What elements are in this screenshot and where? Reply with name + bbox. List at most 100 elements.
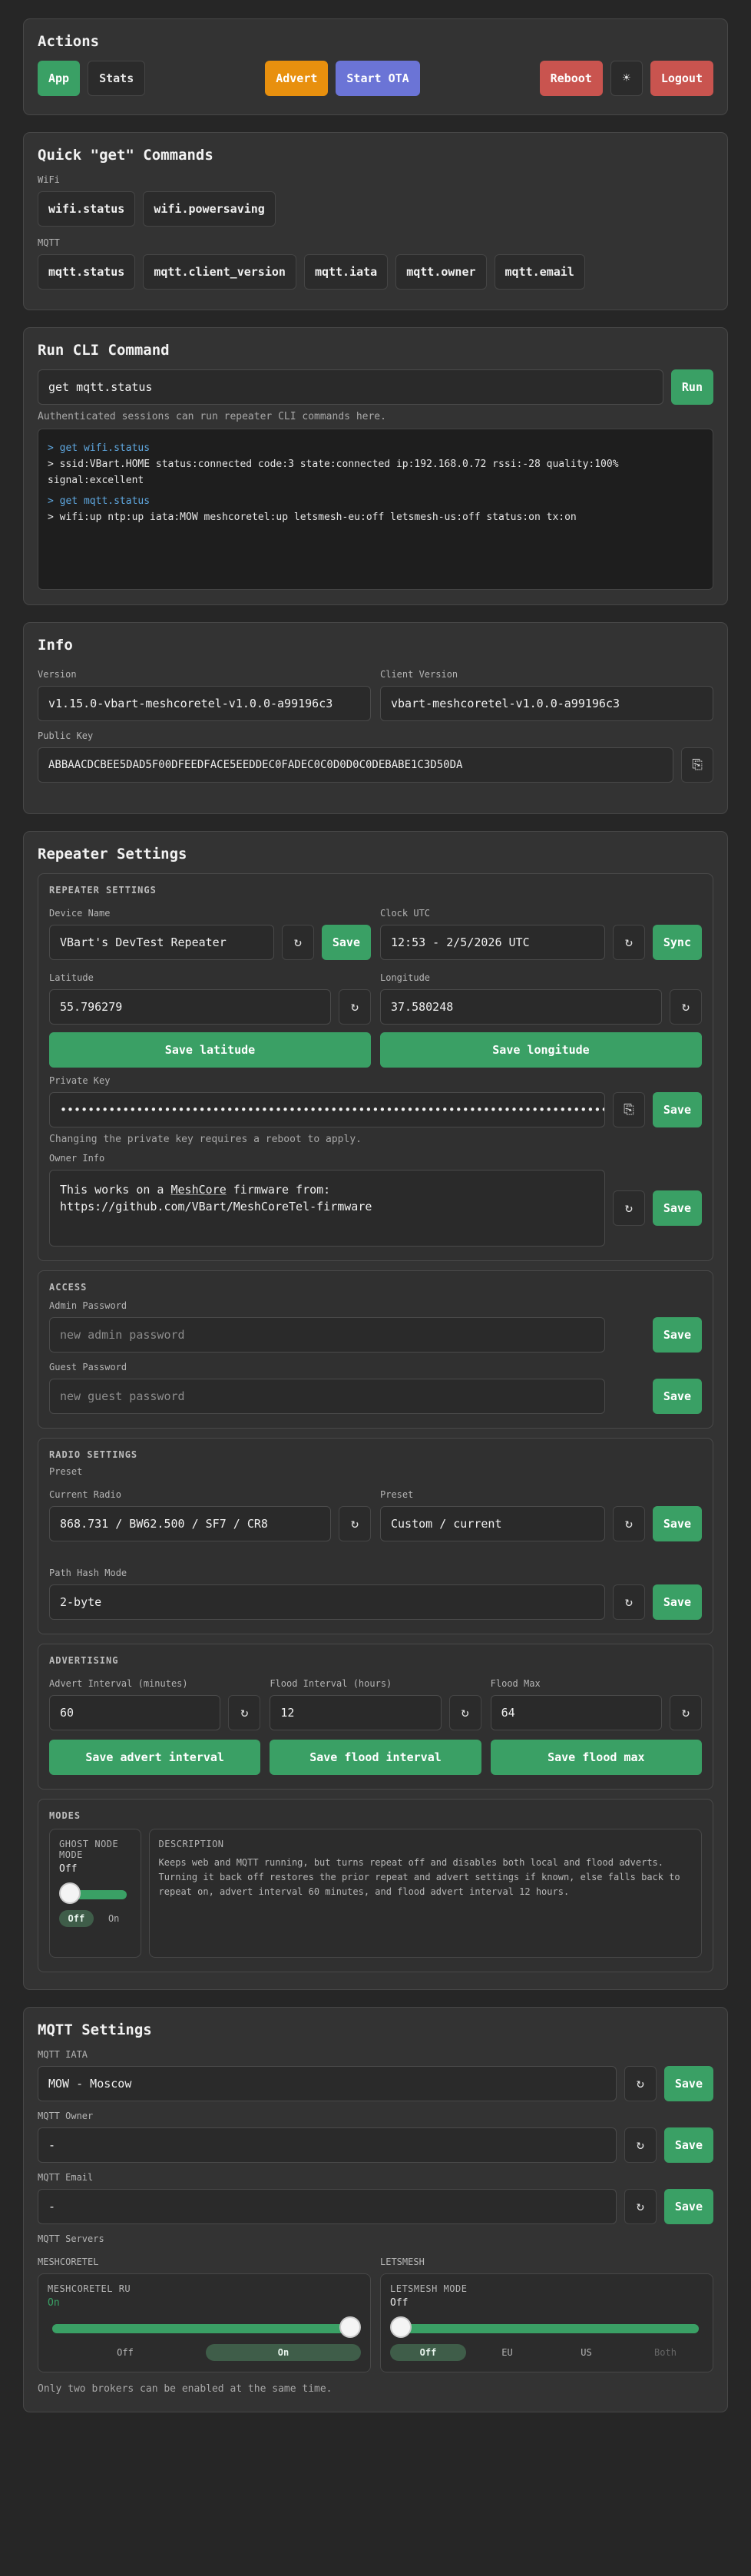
- mqtt-client-version-command[interactable]: mqtt.client_version: [143, 254, 296, 290]
- ghost-mode-slider[interactable]: [59, 1882, 131, 1904]
- wifi-powersaving-command[interactable]: wifi.powersaving: [143, 191, 276, 227]
- sync-button[interactable]: Sync: [652, 925, 702, 960]
- refresh-icon[interactable]: ↻: [448, 1695, 481, 1730]
- info-panel: Info Version v1.15.0-vbart-meshcoretel-v…: [23, 622, 728, 814]
- preset-select[interactable]: Custom / current: [380, 1506, 605, 1541]
- slider-knob[interactable]: [390, 2316, 412, 2338]
- advert-button[interactable]: Advert: [265, 61, 329, 96]
- private-key-input[interactable]: ••••••••••••••••••••••••••••••••••••••••…: [49, 1092, 605, 1127]
- refresh-icon[interactable]: ↻: [281, 925, 314, 960]
- option-on[interactable]: On: [97, 1910, 131, 1927]
- longitude-input[interactable]: 37.580248: [380, 989, 662, 1025]
- slider-knob[interactable]: [59, 1882, 81, 1904]
- copy-icon[interactable]: ⎘: [612, 1092, 645, 1127]
- refresh-icon[interactable]: ↻: [670, 989, 702, 1025]
- refresh-icon[interactable]: ↻: [669, 1695, 702, 1730]
- run-button[interactable]: Run: [670, 369, 713, 405]
- save-guest-password-button[interactable]: Save: [652, 1379, 702, 1414]
- flood-max-input[interactable]: 64: [490, 1695, 662, 1730]
- meshcoretel-slider[interactable]: [48, 2316, 361, 2338]
- save-mqtt-owner-button[interactable]: Save: [663, 2127, 713, 2163]
- save-flood-max-button[interactable]: Save flood max: [490, 1740, 702, 1775]
- mqtt-email-input[interactable]: -: [38, 2189, 617, 2224]
- slider-knob[interactable]: [339, 2316, 361, 2338]
- save-flood-interval-button[interactable]: Save flood interval: [270, 1740, 481, 1775]
- mqtt-status-command[interactable]: mqtt.status: [38, 254, 136, 290]
- mqtt-iata-command[interactable]: mqtt.iata: [303, 254, 389, 290]
- mqtt-label: MQTT: [38, 237, 60, 248]
- advertising-section: ADVERTISING Advert Interval (minutes) 60…: [38, 1644, 713, 1790]
- refresh-icon[interactable]: ↻: [612, 1584, 645, 1620]
- refresh-icon[interactable]: ↻: [339, 1506, 371, 1541]
- logout-button[interactable]: Logout: [650, 61, 713, 96]
- path-hash-select[interactable]: 2-byte: [49, 1584, 605, 1620]
- latitude-label: Latitude: [49, 972, 94, 983]
- refresh-icon[interactable]: ↻: [624, 2127, 657, 2163]
- save-mqtt-iata-button[interactable]: Save: [663, 2066, 713, 2101]
- latitude-input[interactable]: 55.796279: [49, 989, 331, 1025]
- mqtt-owner-command[interactable]: mqtt.owner: [395, 254, 487, 290]
- save-advert-interval-button[interactable]: Save advert interval: [49, 1740, 261, 1775]
- longitude-label: Longitude: [380, 972, 431, 983]
- save-path-hash-button[interactable]: Save: [652, 1584, 702, 1620]
- quick-commands-title: Quick "get" Commands: [38, 147, 213, 164]
- mqtt-email-command[interactable]: mqtt.email: [494, 254, 585, 290]
- wifi-status-command[interactable]: wifi.status: [38, 191, 136, 227]
- option-eu[interactable]: EU: [469, 2344, 545, 2361]
- save-owner-info-button[interactable]: Save: [652, 1190, 702, 1226]
- refresh-icon[interactable]: ↻: [624, 2189, 657, 2224]
- refresh-icon[interactable]: ↻: [612, 1190, 645, 1226]
- reboot-button[interactable]: Reboot: [539, 61, 603, 96]
- description-card: DESCRIPTION Keeps web and MQTT running, …: [148, 1829, 702, 1958]
- save-latitude-button[interactable]: Save latitude: [49, 1032, 371, 1068]
- flood-interval-input[interactable]: 12: [270, 1695, 442, 1730]
- save-admin-password-button[interactable]: Save: [652, 1317, 702, 1353]
- save-longitude-button[interactable]: Save longitude: [380, 1032, 702, 1068]
- advert-interval-label: Advert Interval (minutes): [49, 1678, 188, 1689]
- meshcoretel-value: On: [48, 2297, 60, 2309]
- advert-interval-input[interactable]: 60: [49, 1695, 221, 1730]
- letsmesh-title: LETSMESH MODE: [390, 2283, 468, 2294]
- refresh-icon[interactable]: ↻: [612, 1506, 645, 1541]
- start-ota-button[interactable]: Start OTA: [336, 61, 420, 96]
- refresh-icon[interactable]: ↻: [228, 1695, 261, 1730]
- owner-text: firmware from:: [226, 1183, 331, 1197]
- refresh-icon[interactable]: ↻: [624, 2066, 657, 2101]
- cli-command-input[interactable]: get mqtt.status: [38, 369, 663, 405]
- app-button[interactable]: App: [38, 61, 81, 96]
- mqtt-iata-select[interactable]: MOW - Moscow: [38, 2066, 617, 2101]
- option-both[interactable]: Both: [627, 2344, 703, 2361]
- preset-heading: Preset: [49, 1466, 83, 1477]
- meshcoretel-card: MESHCORETEL RU On Off On: [38, 2273, 371, 2372]
- save-private-key-button[interactable]: Save: [652, 1092, 702, 1127]
- option-off[interactable]: Off: [59, 1910, 94, 1927]
- option-on[interactable]: On: [206, 2344, 361, 2361]
- refresh-icon[interactable]: ↻: [339, 989, 371, 1025]
- admin-password-label: Admin Password: [49, 1300, 127, 1311]
- mqtt-footer-note: Only two brokers can be enabled at the s…: [38, 2383, 332, 2395]
- repeater-settings-panel: Repeater Settings REPEATER SETTINGS Devi…: [23, 831, 728, 1990]
- option-off[interactable]: Off: [48, 2344, 203, 2361]
- letsmesh-slider[interactable]: [390, 2316, 703, 2338]
- refresh-icon[interactable]: ↻: [612, 925, 645, 960]
- save-preset-button[interactable]: Save: [652, 1506, 702, 1541]
- owner-text: This works on a: [60, 1183, 171, 1197]
- meshcoretel-column-label: MESHCORETEL: [38, 2256, 99, 2267]
- theme-toggle-icon[interactable]: ☀: [610, 61, 643, 96]
- device-name-label: Device Name: [49, 908, 111, 919]
- save-mqtt-email-button[interactable]: Save: [663, 2189, 713, 2224]
- owner-info-textarea[interactable]: This works on a MeshCore firmware from: …: [49, 1170, 605, 1247]
- option-us[interactable]: US: [548, 2344, 624, 2361]
- wifi-label: WiFi: [38, 174, 60, 185]
- stats-button[interactable]: Stats: [88, 61, 146, 96]
- device-name-input[interactable]: VBart's DevTest Repeater: [49, 925, 274, 960]
- private-key-hint: Changing the private key requires a rebo…: [49, 1134, 362, 1145]
- guest-password-input[interactable]: new guest password: [49, 1379, 605, 1414]
- copy-icon[interactable]: ⎘: [681, 747, 713, 783]
- description-text: Keeps web and MQTT running, but turns re…: [158, 1857, 680, 1897]
- mqtt-owner-input[interactable]: -: [38, 2127, 617, 2163]
- option-off[interactable]: Off: [390, 2344, 466, 2361]
- save-device-name-button[interactable]: Save: [321, 925, 371, 960]
- section-heading: ACCESS: [49, 1282, 88, 1293]
- admin-password-input[interactable]: new admin password: [49, 1317, 605, 1353]
